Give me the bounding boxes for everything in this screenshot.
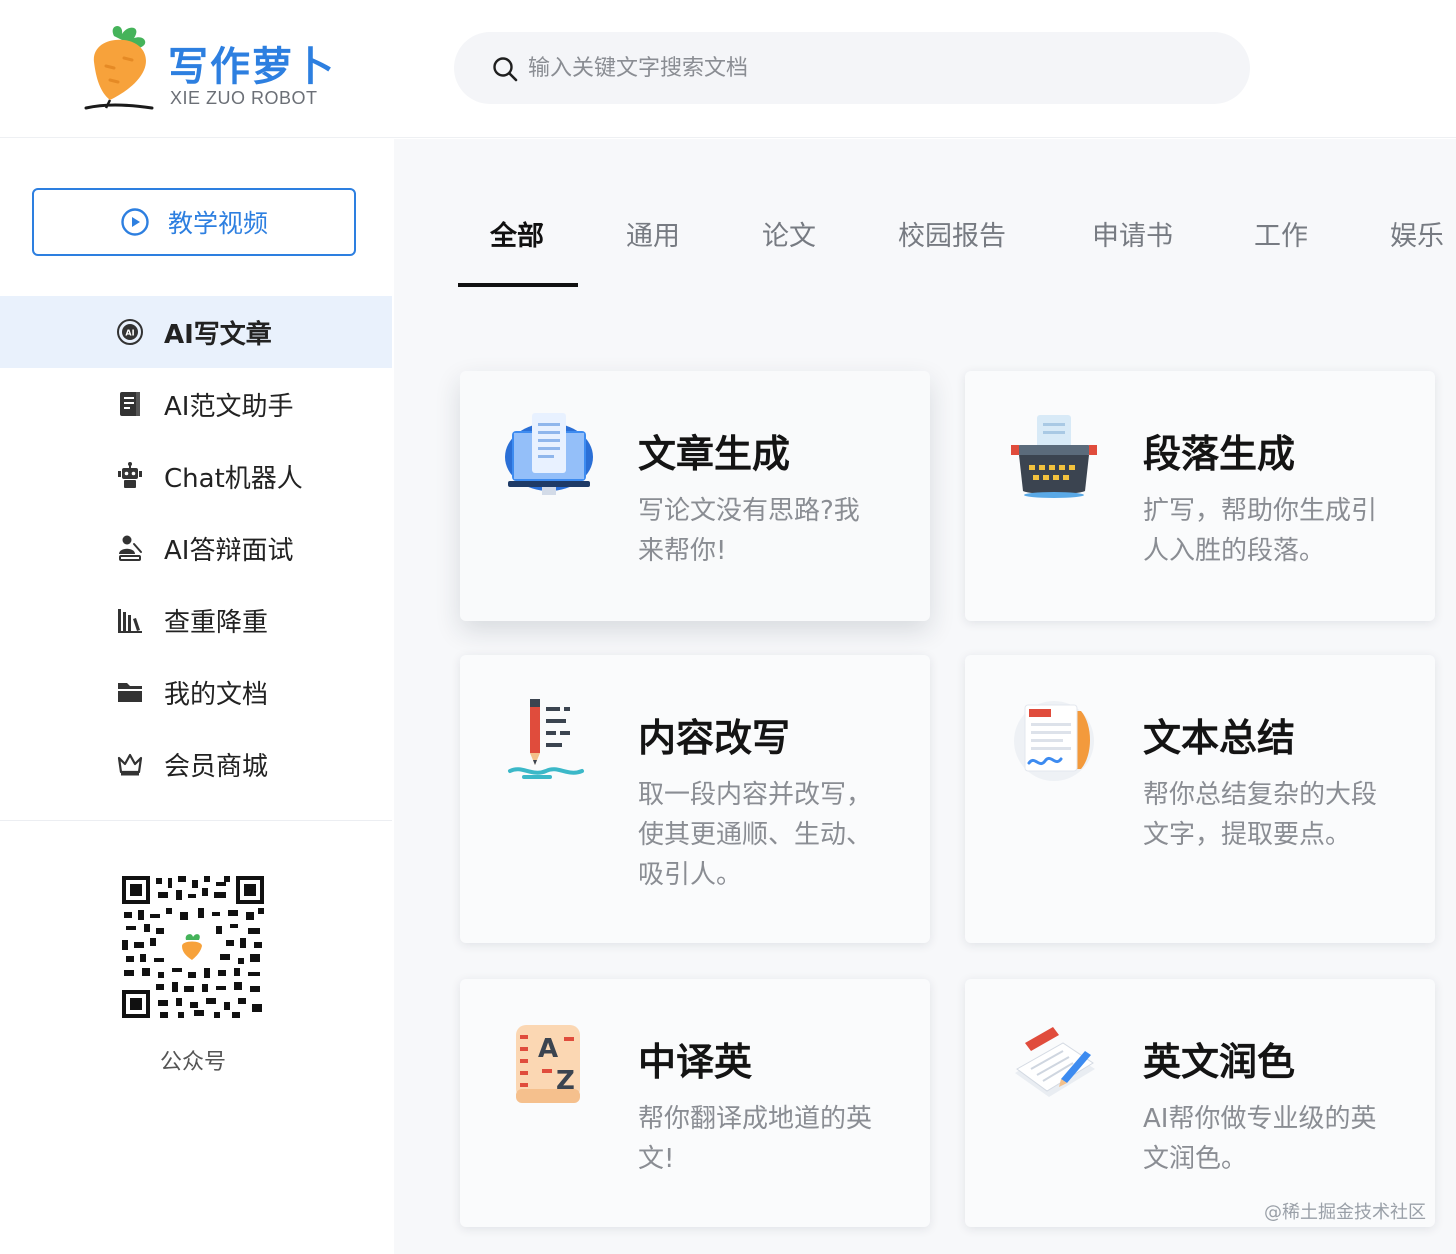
- qr-code-label: 公众号: [159, 1050, 226, 1075]
- tool-card-polish[interactable]: 英文润色 AI帮你做专业级的英文润色。: [965, 979, 1435, 1227]
- sidebar-item-label: AI答辩面试: [164, 535, 294, 566]
- summary-paper-icon: [1014, 701, 1094, 781]
- tab-entertainment[interactable]: 娱乐: [1390, 214, 1444, 253]
- active-tab-indicator: [458, 283, 578, 287]
- card-description: 帮你总结复杂的大段文字，提取要点。: [1143, 780, 1378, 850]
- tool-card-article[interactable]: 文章生成 写论文没有思路?我来帮你!: [460, 371, 930, 621]
- robot-icon: [116, 462, 144, 490]
- search-input[interactable]: [528, 32, 1218, 104]
- sidebar-item-chatbot[interactable]: Chat机器人: [0, 440, 392, 512]
- top-header: 写作萝卜 XIE ZUO ROBOT: [0, 0, 1456, 138]
- sidebar-item-label: 我的文档: [164, 679, 269, 710]
- search-icon: [493, 57, 518, 82]
- sidebar-item-label: Chat机器人: [164, 463, 303, 494]
- card-description: 扩写，帮助你生成引人入胜的段落。: [1143, 496, 1378, 566]
- pen-rewrite-icon: [508, 699, 584, 779]
- brand-logo[interactable]: 写作萝卜 XIE ZUO ROBOT: [84, 22, 334, 118]
- play-circle-icon: [121, 208, 149, 236]
- monitor-document-icon: [505, 413, 593, 495]
- card-title: 中译英: [638, 1040, 753, 1084]
- sidebar: 教学视频 AI AI写文章 AI范文助手 Chat机器人 AI答辩面试 查重降重…: [0, 139, 392, 1254]
- tab-campus-report[interactable]: 校园报告: [898, 214, 1006, 253]
- brand-subtitle: XIE ZUO ROBOT: [170, 88, 318, 108]
- card-description: 取一段内容并改写，使其更通顺、生动、吸引人。: [638, 780, 873, 890]
- tool-card-translate[interactable]: A Z 中译英 帮你翻译成地道的英文!: [460, 979, 930, 1227]
- sidebar-item-label: 会员商城: [164, 751, 269, 782]
- tool-card-paragraph[interactable]: 段落生成 扩写，帮助你生成引人入胜的段落。: [965, 371, 1435, 621]
- sidebar-item-label: 查重降重: [164, 607, 269, 638]
- tab-general[interactable]: 通用: [626, 214, 680, 253]
- typewriter-icon: [1011, 415, 1097, 498]
- sidebar-item-ai-defense[interactable]: AI答辩面试: [0, 512, 392, 584]
- svg-text:AI: AI: [125, 329, 134, 338]
- watermark-text: @稀土掘金技术社区: [1264, 1202, 1426, 1223]
- folder-icon: [116, 678, 144, 706]
- tab-application[interactable]: 申请书: [1092, 214, 1173, 253]
- card-description: 写论文没有思路?我来帮你!: [638, 496, 860, 566]
- card-title: 文本总结: [1143, 716, 1296, 760]
- carrot-logo-icon: [84, 25, 154, 110]
- card-title: 段落生成: [1143, 432, 1296, 476]
- tool-card-rewrite[interactable]: 内容改写 取一段内容并改写，使其更通顺、生动、吸引人。: [460, 655, 930, 943]
- sidebar-item-plagiarism[interactable]: 查重降重: [0, 584, 392, 656]
- sidebar-divider: [0, 820, 392, 821]
- tab-work[interactable]: 工作: [1254, 214, 1308, 253]
- presenter-icon: [116, 534, 144, 562]
- sidebar-item-ai-sample[interactable]: AI范文助手: [0, 368, 392, 440]
- translate-az-icon: A Z: [516, 1025, 580, 1103]
- library-icon: [116, 606, 144, 634]
- ai-badge-icon: AI: [116, 318, 144, 346]
- card-title: 内容改写: [638, 716, 791, 760]
- card-title: 文章生成: [638, 432, 791, 476]
- card-description: 帮你翻译成地道的英文!: [638, 1104, 873, 1174]
- tab-thesis[interactable]: 论文: [762, 214, 816, 253]
- tool-card-summary[interactable]: 文本总结 帮你总结复杂的大段文字，提取要点。: [965, 655, 1435, 943]
- svg-text:A: A: [538, 1034, 558, 1064]
- sidebar-item-label: AI范文助手: [164, 391, 294, 422]
- sidebar-item-member-store[interactable]: 会员商城: [0, 728, 392, 800]
- svg-text:Z: Z: [556, 1066, 575, 1096]
- tutorial-video-label: 教学视频: [167, 209, 268, 238]
- sidebar-item-ai-write[interactable]: AI AI写文章: [0, 296, 392, 368]
- article-pen-icon: [1015, 1027, 1095, 1097]
- tab-all[interactable]: 全部: [490, 214, 544, 253]
- page: 写作萝卜 XIE ZUO ROBOT 教学视频 AI AI写文章: [0, 0, 1456, 1254]
- sidebar-item-my-docs[interactable]: 我的文档: [0, 656, 392, 728]
- wechat-qr-code: [120, 874, 266, 1020]
- card-title: 英文润色: [1143, 1040, 1296, 1084]
- tutorial-video-button[interactable]: 教学视频: [32, 188, 356, 256]
- search-bar[interactable]: [454, 32, 1250, 104]
- card-description: AI帮你做专业级的英文润色。: [1143, 1104, 1377, 1174]
- crown-icon: [116, 750, 144, 778]
- main-content: 全部 通用 论文 校园报告 申请书 工作 娱乐 文章生成 写论文没有思路?我来帮…: [394, 139, 1456, 1254]
- document-icon: [116, 390, 144, 418]
- brand-title: 写作萝卜: [168, 44, 336, 90]
- sidebar-nav: AI AI写文章 AI范文助手 Chat机器人 AI答辩面试 查重降重 我的文档…: [0, 296, 392, 800]
- category-tabs: 全部 通用 论文 校园报告 申请书 工作 娱乐: [394, 139, 1456, 289]
- sidebar-item-label: AI写文章: [164, 319, 272, 350]
